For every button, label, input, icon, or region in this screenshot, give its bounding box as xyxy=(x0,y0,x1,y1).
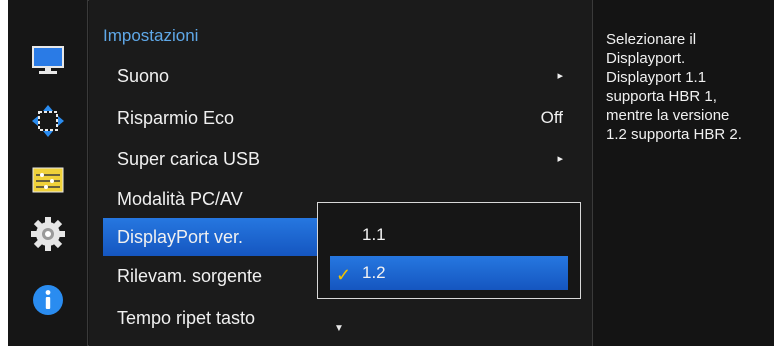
scroll-down-icon[interactable]: ▼ xyxy=(334,323,344,334)
checkmark-icon: ✓ xyxy=(336,265,352,285)
menu-item-displayport-ver[interactable]: DisplayPort ver. xyxy=(103,218,319,256)
menu-title: Impostazioni xyxy=(103,26,199,45)
resize-arrows-icon[interactable] xyxy=(30,103,66,139)
option-label: 1.2 xyxy=(362,263,386,282)
help-line: 1.2 supporta HBR 2. xyxy=(606,126,742,143)
option-1-2[interactable]: ✓ 1.2 xyxy=(330,256,568,290)
submenu-arrow-icon: ▸ xyxy=(557,70,563,82)
menu-item-super-carica-usb[interactable]: Super carica USB ▸ xyxy=(103,142,577,176)
menu-item-risparmio-eco[interactable]: Risparmio Eco Off xyxy=(103,101,577,135)
menu-item-suono[interactable]: Suono ▸ xyxy=(103,59,577,93)
menu-item-value: Off xyxy=(540,108,563,127)
menu-item-label: Risparmio Eco xyxy=(117,108,235,128)
category-rail xyxy=(8,0,88,346)
help-line: Selezionare il xyxy=(606,31,697,48)
menu-item-label: Rilevam. sorgente xyxy=(117,266,263,286)
help-pane: Selezionare il Displayport. Displayport … xyxy=(592,0,774,346)
menu-item-label: Tempo ripet tasto xyxy=(117,308,256,328)
help-text: Selezionare il Displayport. Displayport … xyxy=(606,30,768,144)
info-icon[interactable] xyxy=(30,282,66,318)
sliders-icon[interactable] xyxy=(30,162,66,198)
submenu-arrow-icon: ▸ xyxy=(557,153,563,165)
displayport-version-popup: 1.1 ✓ 1.2 xyxy=(317,202,581,299)
option-1-1[interactable]: 1.1 xyxy=(330,218,568,252)
help-line: Displayport 1.1 xyxy=(606,69,707,86)
help-line: supporta HBR 1, xyxy=(606,88,717,105)
gear-icon[interactable] xyxy=(30,216,66,252)
menu-item-label: Suono xyxy=(117,66,170,86)
menu-item-label: Modalità PC/AV xyxy=(117,189,243,209)
help-line: mentre la versione xyxy=(606,107,730,124)
monitor-icon[interactable] xyxy=(30,42,66,78)
menu-item-label: DisplayPort ver. xyxy=(117,227,244,247)
help-line: Displayport. xyxy=(606,50,686,67)
option-label: 1.1 xyxy=(362,225,386,244)
menu-item-label: Super carica USB xyxy=(117,149,261,169)
